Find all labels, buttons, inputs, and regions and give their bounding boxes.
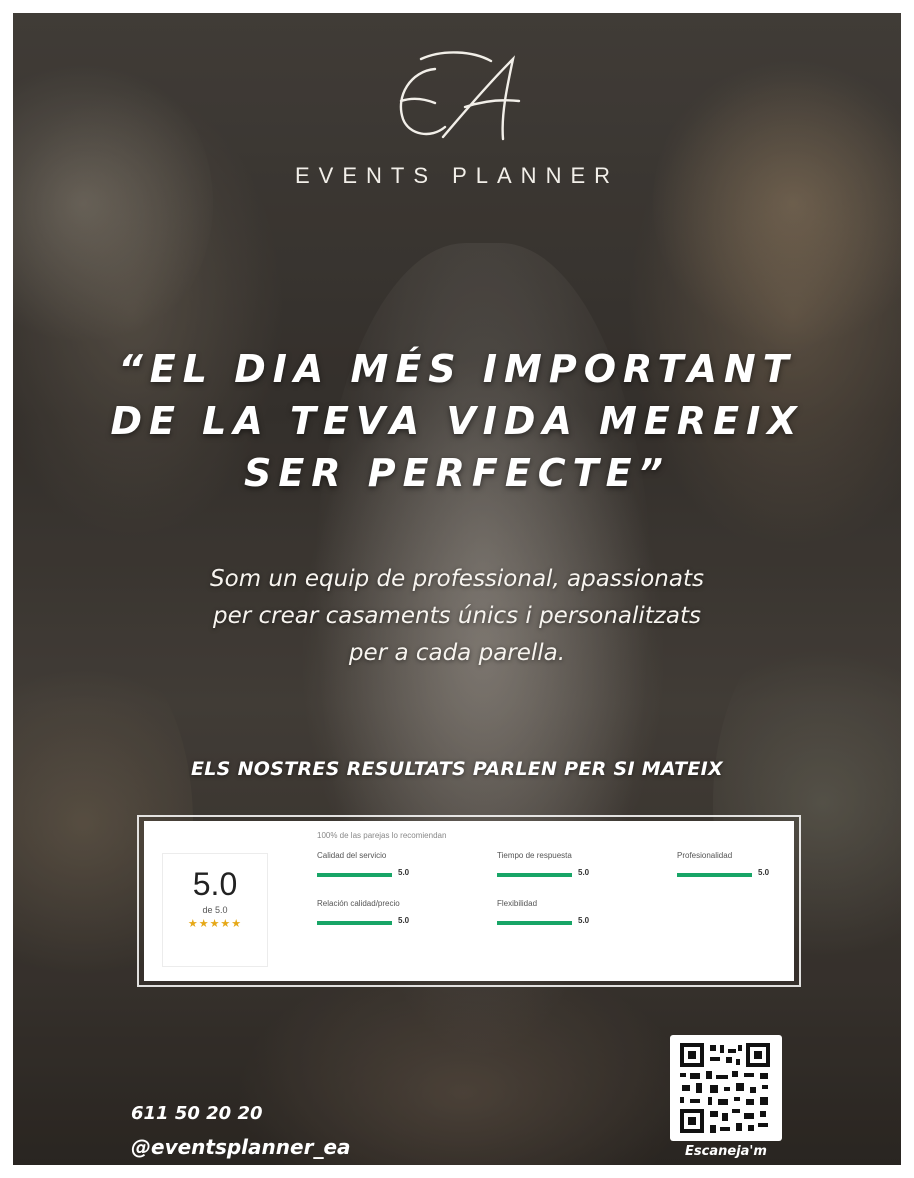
results-heading: ELS NOSTRES RESULTATS PARLEN PER SI MATE… (191, 758, 723, 780)
metric-flexibility: Flexibilidad 5.0 (497, 899, 667, 931)
metric-value-for-money: Relación calidad/precio 5.0 (317, 899, 487, 931)
overall-score: 5.0 (192, 866, 238, 902)
headline-line-1: “EL DIA MÉS IMPORTANT (118, 347, 796, 391)
metric-value: 5.0 (578, 868, 590, 877)
ea-logo (399, 51, 521, 141)
metric-value: 5.0 (398, 916, 410, 925)
metric-service-quality: Calidad del servicio 5.0 (317, 851, 487, 883)
metric-value: 5.0 (758, 868, 770, 877)
score-out-of: de 5.0 (202, 905, 228, 915)
headline-line-3: SER PERFECTE” (243, 451, 671, 495)
metric-label: Relación calidad/precio (317, 899, 400, 908)
metric-professionalism: Profesionalidad 5.0 (677, 851, 847, 883)
metric-value: 5.0 (578, 916, 590, 925)
star-rating-icon: ★★★★★ (187, 918, 243, 930)
metric-bar-fill (677, 873, 752, 877)
description-line-3: per a cada parella. (348, 640, 566, 666)
qr-caption: Escaneja'm (685, 1144, 767, 1159)
metric-bar-fill (497, 873, 572, 877)
instagram-handle[interactable]: @eventsplanner_ea (131, 1135, 351, 1159)
metric-bar (317, 873, 392, 877)
metric-bar (497, 873, 572, 877)
description-line-2: per crear casaments únics i personalitza… (213, 603, 701, 629)
phone-number[interactable]: 611 50 20 20 (131, 1103, 263, 1124)
metric-response-time: Tiempo de respuesta 5.0 (497, 851, 667, 883)
description-line-1: Som un equip de professional, apassionat… (210, 566, 704, 592)
overall-score-box: 5.0 de 5.0 ★★★★★ (162, 853, 268, 967)
brand-subtitle: EVENTS PLANNER (294, 163, 620, 188)
metric-bar (317, 921, 392, 925)
metric-label: Flexibilidad (497, 899, 538, 908)
metric-value: 5.0 (398, 868, 410, 877)
metric-label: Calidad del servicio (317, 851, 387, 860)
metric-bar-fill (317, 873, 392, 877)
metric-bar (677, 873, 752, 877)
metric-bar (497, 921, 572, 925)
rating-card: 5.0 de 5.0 ★★★★★ 100% de las parejas lo … (144, 821, 794, 981)
recommend-text: 100% de las parejas lo recomiendan (317, 831, 447, 840)
description-text: Som un equip de professional, apassionat… (13, 561, 901, 672)
wedding-poster: EVENTS PLANNER “EL DIA MÉS IMPORTANT DE … (13, 13, 901, 1165)
metric-bar-fill (497, 921, 572, 925)
headline-line-2: DE LA TEVA VIDA MEREIX (110, 399, 804, 443)
qr-code-container[interactable] (670, 1035, 782, 1141)
metric-bar-fill (317, 921, 392, 925)
metric-label: Tiempo de respuesta (497, 851, 572, 860)
qr-code-icon[interactable] (670, 1035, 782, 1141)
headline-quote: “EL DIA MÉS IMPORTANT DE LA TEVA VIDA ME… (13, 343, 901, 499)
metric-label: Profesionalidad (677, 851, 733, 860)
